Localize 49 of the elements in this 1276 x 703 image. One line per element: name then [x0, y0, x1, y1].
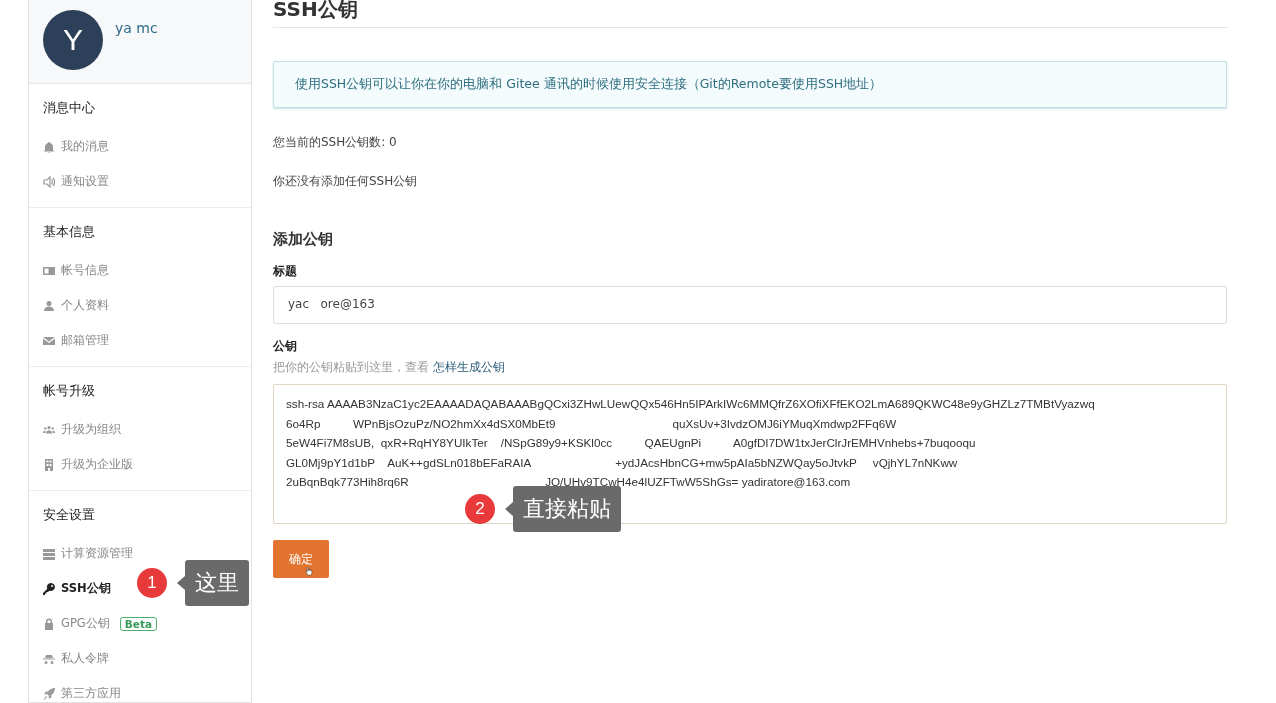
bell-icon	[43, 140, 55, 153]
field-label: 标题	[273, 263, 298, 280]
tooltip-pointer-icon	[177, 576, 185, 590]
lock-icon	[43, 617, 55, 630]
annotation-tooltip: 直接粘贴	[513, 486, 621, 532]
step-number: 1	[137, 568, 167, 598]
sidebar-item[interactable]: 通知设置	[61, 174, 109, 189]
card-icon	[43, 264, 55, 277]
sidebar-section-title: 消息中心	[42, 99, 96, 117]
sidebar-item[interactable]: SSH公钥	[61, 581, 111, 596]
empty-message: 你还没有添加任何SSH公钥	[273, 173, 419, 190]
sidebar-section-title: 帐号升级	[42, 382, 96, 400]
beta-badge: Beta	[119, 616, 157, 631]
sidebar-item[interactable]: 计算资源管理	[61, 546, 133, 561]
tooltip-pointer-icon	[505, 502, 513, 516]
sidebar-item[interactable]: GPG公钥	[61, 616, 110, 631]
page-title: SSH公钥	[273, 0, 1227, 28]
sidebar-item[interactable]: 私人令牌	[61, 651, 109, 666]
key-icon	[43, 582, 55, 595]
field-hint: 把你的公钥粘贴到这里，查看	[273, 360, 429, 374]
sidebar-item[interactable]: 升级为企业版	[61, 457, 133, 472]
building-icon	[43, 458, 55, 471]
info-notice: 使用SSH公钥可以让你在你的电脑和 Gitee 通讯的时候使用安全连接（Git的Remote要使用SSH地址）	[273, 61, 1227, 108]
username[interactable]: ya mc	[115, 20, 158, 36]
step-number: 2	[465, 494, 495, 524]
sidebar-item[interactable]: 个人资料	[61, 298, 109, 313]
sidebar-item[interactable]: 我的消息	[61, 139, 109, 154]
confirm-button[interactable]: 确定	[273, 540, 329, 578]
key-count-text: 您当前的SSH公钥数: 0	[273, 134, 398, 151]
sidebar-item[interactable]: 第三方应用	[61, 686, 121, 701]
sidebar-item[interactable]: 升级为组织	[61, 422, 121, 437]
server-icon	[43, 547, 55, 560]
help-link[interactable]: 怎样生成公钥	[432, 360, 505, 374]
speaker-icon	[43, 175, 55, 188]
field-label: 公钥	[273, 338, 298, 355]
section-heading: 添加公钥	[273, 230, 334, 249]
spy-icon	[43, 652, 55, 665]
avatar: Y	[43, 10, 103, 70]
group-icon	[43, 423, 55, 436]
title-input-field[interactable]: yac ore@163	[273, 286, 1227, 324]
rocket-icon	[43, 687, 55, 700]
annotation-tooltip: 这里	[185, 560, 249, 606]
sidebar-item[interactable]: 邮箱管理	[61, 333, 109, 348]
mail-icon	[43, 334, 55, 347]
person-icon	[43, 299, 55, 312]
hand-cursor-icon	[303, 567, 315, 576]
sidebar-item[interactable]: 帐号信息	[61, 263, 109, 278]
sidebar-section-title: 安全设置	[42, 506, 96, 524]
sidebar-section-title: 基本信息	[42, 223, 96, 241]
